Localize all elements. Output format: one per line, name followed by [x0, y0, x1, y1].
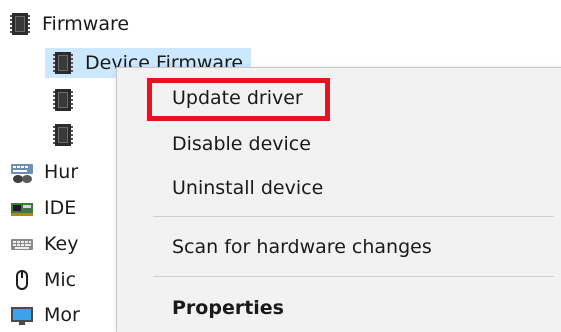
- tree-item-human-interface-devices[interactable]: Hur: [10, 157, 78, 187]
- menu-separator: [153, 276, 554, 277]
- tree-item-label: Firmware: [42, 13, 130, 35]
- context-menu: Update driver Disable device Uninstall d…: [116, 67, 561, 332]
- tree-item-keyboards[interactable]: Key: [10, 229, 78, 259]
- tree-item-label: Mor: [44, 304, 80, 326]
- menu-item-update-driver[interactable]: Update driver: [172, 87, 303, 109]
- human-interface-devices-icon: [10, 160, 33, 184]
- tree-item-label: Key: [44, 233, 79, 255]
- tree-item-firmware-child-1[interactable]: [53, 85, 73, 115]
- menu-separator: [153, 216, 554, 217]
- tree-item-ide-controllers[interactable]: IDE: [10, 193, 76, 223]
- menu-item-disable-device[interactable]: Disable device: [172, 133, 311, 155]
- tree-item-firmware-child-2[interactable]: [53, 120, 73, 150]
- firmware-chip-icon: [53, 51, 73, 75]
- tree-item-monitors[interactable]: Mor: [10, 300, 80, 330]
- device-manager-window: Firmware Device Firmware Hur IDE Key Mic…: [0, 0, 561, 332]
- tree-item-label: Hur: [44, 161, 79, 183]
- tree-item-mice[interactable]: Mic: [10, 265, 76, 295]
- tree-item-label: Mic: [44, 269, 77, 291]
- tree-item-firmware[interactable]: Firmware: [10, 9, 129, 39]
- ide-controller-icon: [10, 196, 33, 220]
- firmware-chip-icon: [53, 123, 73, 147]
- firmware-chip-icon: [53, 88, 73, 112]
- menu-item-uninstall-device[interactable]: Uninstall device: [172, 177, 323, 199]
- firmware-chip-icon: [10, 12, 30, 36]
- menu-item-properties[interactable]: Properties: [172, 297, 284, 319]
- keyboard-icon: [10, 232, 33, 256]
- mouse-icon: [10, 268, 32, 292]
- tree-item-label: IDE: [44, 197, 77, 219]
- menu-item-scan-hardware[interactable]: Scan for hardware changes: [172, 236, 432, 258]
- monitor-icon: [10, 303, 33, 327]
